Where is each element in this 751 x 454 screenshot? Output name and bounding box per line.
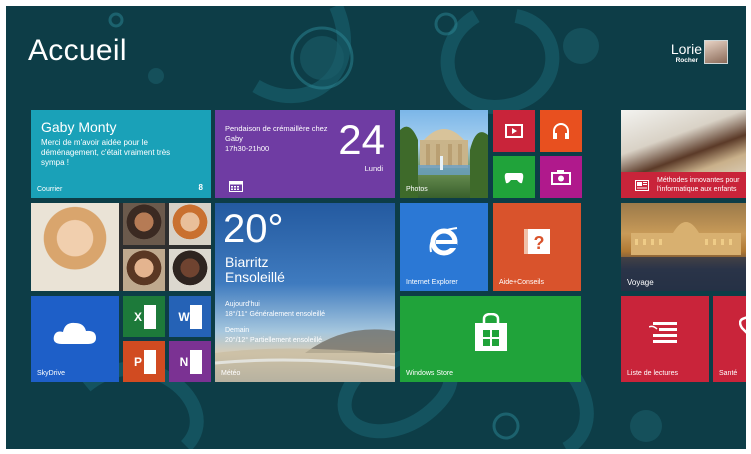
- weather-tile[interactable]: 20° Biarritz Ensoleillé Aujourd'hui 18°/…: [215, 203, 395, 382]
- contact-photo-2: [169, 203, 211, 245]
- windows-store-label: Windows Store: [406, 370, 454, 377]
- contact-photo-1: [123, 203, 165, 245]
- weather-condition: Ensoleillé: [225, 269, 285, 285]
- heartbeat-icon: [739, 316, 746, 334]
- calendar-event-time: 17h30-21h00: [225, 144, 270, 153]
- headphones-icon: [553, 123, 569, 139]
- excel-icon: X: [132, 304, 156, 329]
- onenote-letter: N: [178, 349, 190, 374]
- onenote-tile[interactable]: N: [169, 341, 211, 382]
- help-book-icon: ?: [524, 229, 550, 254]
- word-tile[interactable]: W: [169, 296, 211, 337]
- news-tile[interactable]: Méthodes innovantes pour l'informatique …: [621, 110, 746, 198]
- travel-label: Voyage: [627, 278, 654, 287]
- powerpoint-letter: P: [132, 349, 144, 374]
- excel-letter: X: [132, 304, 144, 329]
- reading-list-label: Liste de lectures: [627, 370, 678, 377]
- internet-explorer-tile[interactable]: Internet Explorer: [400, 203, 488, 291]
- powerpoint-icon: P: [132, 349, 156, 374]
- games-tile[interactable]: [493, 156, 535, 198]
- weather-today-forecast: 18°/11° Généralement ensoleillé: [225, 311, 326, 318]
- skydrive-tile[interactable]: SkyDrive: [31, 296, 119, 382]
- windows-store-tile[interactable]: Windows Store: [400, 296, 581, 382]
- word-letter: W: [178, 304, 190, 329]
- word-icon: W: [178, 304, 202, 329]
- weather-temperature: 20°: [223, 207, 284, 251]
- contact-photo-3: [123, 249, 165, 291]
- calendar-weekday: Lundi: [364, 164, 383, 173]
- mail-tile[interactable]: Gaby Monty Merci de m'avoir aidée pour l…: [31, 110, 211, 198]
- video-tile[interactable]: [493, 110, 535, 152]
- news-photo: [621, 110, 746, 172]
- mail-message-preview: Merci de m'avoir aidée pour le déménagem…: [41, 138, 171, 167]
- cloud-icon: [53, 322, 96, 344]
- user-last-name: Rocher: [675, 57, 698, 64]
- music-tile[interactable]: [540, 110, 582, 152]
- calendar-icon: [229, 181, 243, 192]
- skydrive-label: SkyDrive: [37, 370, 66, 377]
- calendar-day-number: 24: [338, 116, 385, 163]
- travel-tile[interactable]: Voyage: [621, 203, 746, 291]
- help-tips-tile[interactable]: ? Aide+Conseils: [493, 203, 581, 291]
- weather-tomorrow-label: Demain: [225, 327, 250, 334]
- reading-list-tile[interactable]: Liste de lectures: [621, 296, 709, 382]
- weather-tile-label: Météo: [221, 370, 241, 377]
- weather-location: Biarritz Ensoleillé: [225, 255, 285, 285]
- weather-city: Biarritz: [225, 254, 269, 270]
- reading-list-icon: [649, 322, 677, 343]
- camera-icon: [551, 170, 571, 185]
- powerpoint-tile[interactable]: P: [123, 341, 165, 382]
- palace-photo-image: [400, 126, 488, 198]
- calendar-event-block: Pendaison de crémaillère chez Gaby 17h30…: [225, 124, 335, 154]
- weather-tomorrow-forecast: 20°/12° Partiellement ensoleillé: [225, 337, 323, 344]
- mail-sender: Gaby Monty: [41, 119, 117, 135]
- user-first-name: Lorie: [670, 41, 702, 57]
- internet-explorer-label: Internet Explorer: [406, 279, 458, 286]
- calendar-event-title: Pendaison de crémaillère chez Gaby: [225, 124, 328, 143]
- start-screen: Accueil Lorie Rocher Gaby Monty Merci de…: [6, 6, 746, 449]
- contact-photo-4: [169, 249, 211, 291]
- internet-explorer-icon: [429, 227, 458, 256]
- help-tips-label: Aide+Conseils: [499, 279, 544, 286]
- start-title: Accueil: [28, 34, 127, 67]
- mail-unread-count: 8: [198, 183, 203, 192]
- calendar-tile[interactable]: Pendaison de crémaillère chez Gaby 17h30…: [215, 110, 395, 198]
- excel-tile[interactable]: X: [123, 296, 165, 337]
- health-label: Santé: [719, 370, 738, 377]
- gamepad-icon: [504, 173, 524, 184]
- video-icon: [505, 124, 523, 138]
- photos-tile[interactable]: Photos: [400, 110, 488, 198]
- camera-tile[interactable]: [540, 156, 582, 198]
- health-tile[interactable]: Santé: [713, 296, 746, 382]
- svg-text:?: ?: [534, 233, 545, 253]
- news-icon: [635, 180, 649, 191]
- onenote-icon: N: [178, 349, 202, 374]
- user-avatar: [704, 40, 728, 64]
- mail-tile-label: Courrier: [37, 186, 63, 193]
- people-tile[interactable]: [31, 203, 211, 291]
- weather-today-label: Aujourd'hui: [225, 301, 260, 308]
- photos-tile-label: Photos: [406, 186, 428, 193]
- news-headline: Méthodes innovantes pour l'informatique …: [657, 177, 740, 193]
- store-bag-icon: [474, 313, 507, 351]
- contact-photo-large: [31, 203, 119, 291]
